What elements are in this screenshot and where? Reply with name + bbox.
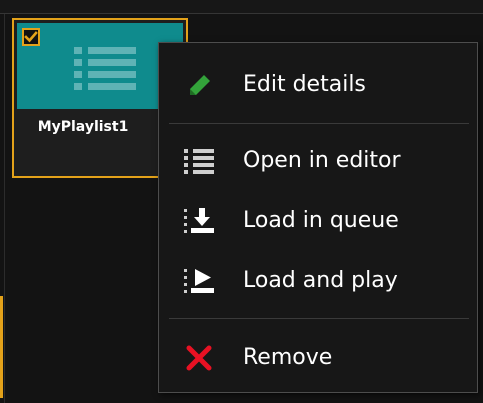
panel-top-bar [0, 0, 483, 14]
menu-item-open-in-editor[interactable]: Open in editor [159, 136, 477, 186]
context-menu: Edit details Open in editor Load in queu… [158, 42, 478, 393]
select-checkbox[interactable] [22, 28, 40, 46]
menu-item-label: Load and play [243, 268, 398, 293]
pencil-icon [190, 75, 210, 95]
panel-divider [4, 14, 5, 403]
list-icon [184, 149, 214, 174]
menu-separator [169, 123, 469, 124]
menu-item-edit-details[interactable]: Edit details [159, 60, 477, 110]
playlist-name[interactable]: MyPlaylist1 [14, 119, 152, 135]
playlist-icon [74, 47, 136, 90]
menu-separator [169, 318, 469, 319]
menu-item-label: Load in queue [243, 208, 399, 233]
menu-item-label: Remove [243, 345, 333, 370]
menu-item-label: Edit details [243, 72, 366, 97]
load-play-icon [184, 269, 214, 293]
checkmark-icon [24, 31, 38, 43]
menu-item-remove[interactable]: Remove [159, 333, 477, 383]
menu-item-label: Open in editor [243, 148, 401, 173]
menu-item-load-and-play[interactable]: Load and play [159, 256, 477, 306]
load-queue-icon [184, 208, 214, 233]
x-icon [186, 345, 212, 371]
menu-item-load-in-queue[interactable]: Load in queue [159, 196, 477, 246]
left-edge-accent [0, 296, 3, 398]
